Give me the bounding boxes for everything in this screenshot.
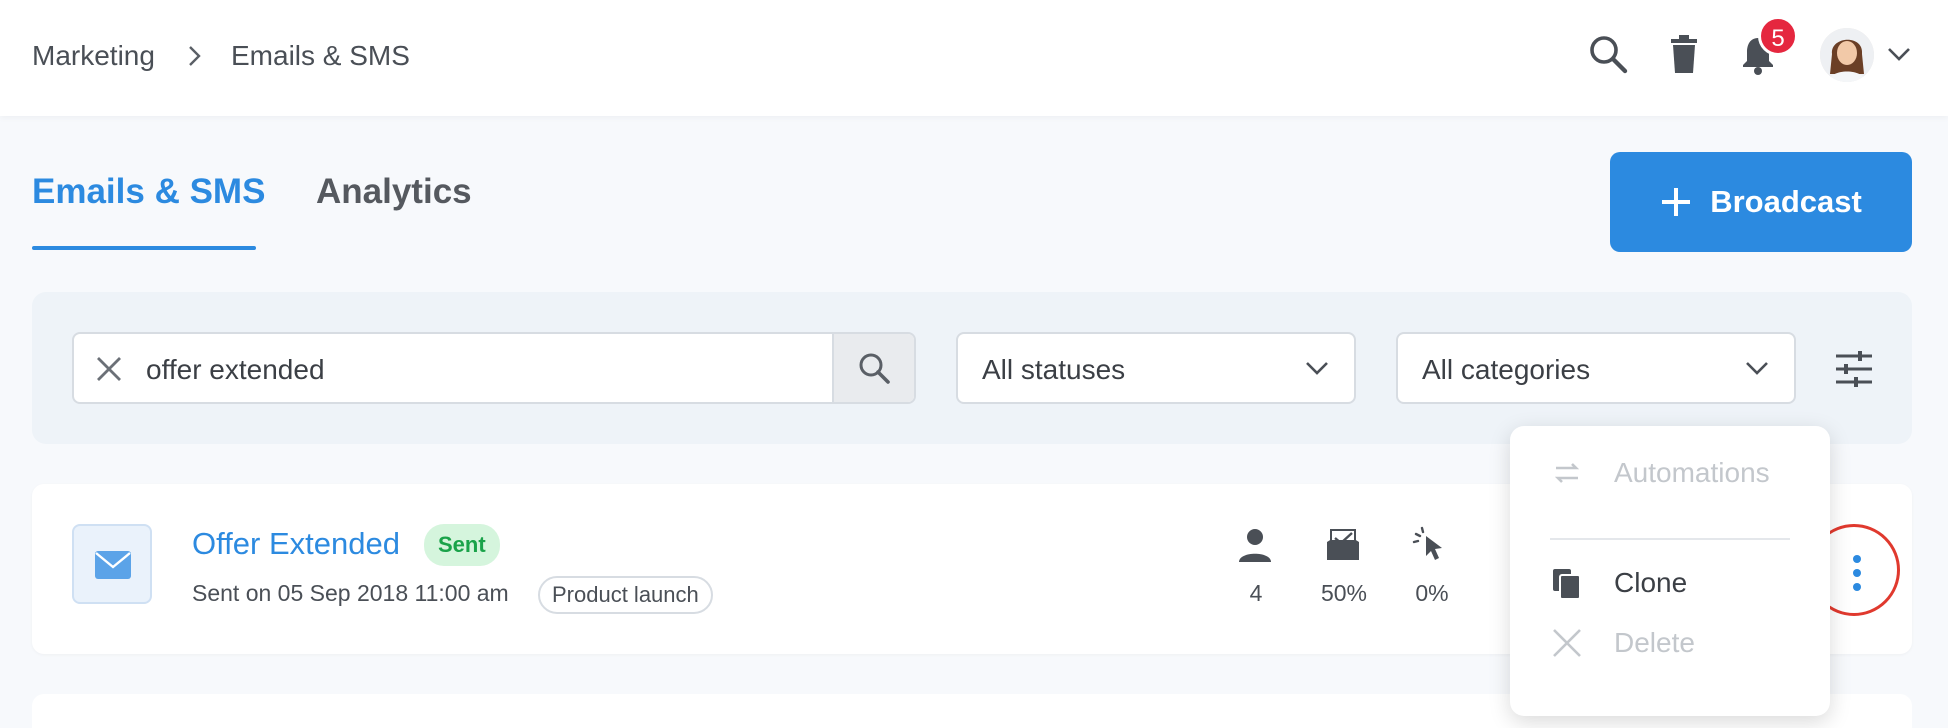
tab-emails-sms[interactable]: Emails & SMS <box>32 172 265 212</box>
category-select[interactable]: All categories <box>1396 332 1796 404</box>
stat-recipients: 4 <box>1249 580 1263 606</box>
menu-item-label: Clone <box>1614 567 1688 598</box>
kebab-dot <box>1853 569 1861 577</box>
search-value: offer extended <box>146 354 325 385</box>
menu-item-clone[interactable]: Clone <box>1550 566 1687 600</box>
campaign-title[interactable]: Offer Extended <box>192 526 400 562</box>
menu-item-delete[interactable]: Delete <box>1550 626 1695 660</box>
trash-icon[interactable] <box>1662 32 1706 76</box>
email-type-icon-tile <box>72 524 152 604</box>
status-badge: Sent <box>424 524 500 566</box>
menu-divider <box>1550 538 1790 540</box>
chevron-down-icon <box>1306 362 1328 375</box>
search-icon[interactable] <box>1586 32 1630 76</box>
avatar[interactable] <box>1820 28 1874 82</box>
breadcrumb-marketing[interactable]: Marketing <box>32 40 155 72</box>
kebab-dot <box>1853 555 1861 563</box>
search-icon <box>859 353 890 384</box>
status-select[interactable]: All statuses <box>956 332 1356 404</box>
broadcast-label: Broadcast <box>1710 184 1862 219</box>
mail-icon <box>95 551 131 579</box>
breadcrumb-current: Emails & SMS <box>231 40 410 71</box>
category-tag: Product launch <box>538 576 713 614</box>
opened-mail-icon <box>1327 529 1359 560</box>
chevron-down-icon[interactable] <box>1886 44 1912 64</box>
campaign-context-menu: Automations Clone Delete <box>1510 426 1830 716</box>
click-pointer-icon <box>1412 526 1442 560</box>
campaign-sent-date: Sent on 05 Sep 2018 11:00 am <box>192 580 509 606</box>
plus-icon <box>1662 188 1691 216</box>
close-icon <box>1553 629 1581 657</box>
search-input[interactable]: offer extended <box>72 332 916 404</box>
menu-item-label: Delete <box>1614 627 1695 658</box>
chevron-right-icon <box>189 46 201 66</box>
status-select-value: All statuses <box>982 354 1126 385</box>
advanced-filters-icon[interactable] <box>1834 350 1874 388</box>
active-tab-indicator <box>32 246 256 250</box>
search-submit-button[interactable] <box>832 334 914 402</box>
menu-item-label: Automations <box>1614 457 1770 488</box>
stat-opens: 50% <box>1320 580 1368 606</box>
tab-analytics[interactable]: Analytics <box>316 172 472 212</box>
broadcast-button[interactable]: Broadcast <box>1610 152 1912 252</box>
copy-icon <box>1553 569 1581 600</box>
clear-search-icon[interactable] <box>94 354 124 384</box>
recipients-icon <box>1239 529 1271 562</box>
repeat-icon <box>1554 463 1580 483</box>
menu-item-automations[interactable]: Automations <box>1550 456 1770 490</box>
category-select-value: All categories <box>1422 354 1591 385</box>
chevron-down-icon <box>1746 362 1768 375</box>
stat-clicks: 0% <box>1415 580 1449 606</box>
notification-badge: 5 <box>1758 16 1798 56</box>
top-header: Marketing Emails & SMS 5 <box>0 0 1948 116</box>
kebab-dot <box>1853 583 1861 591</box>
